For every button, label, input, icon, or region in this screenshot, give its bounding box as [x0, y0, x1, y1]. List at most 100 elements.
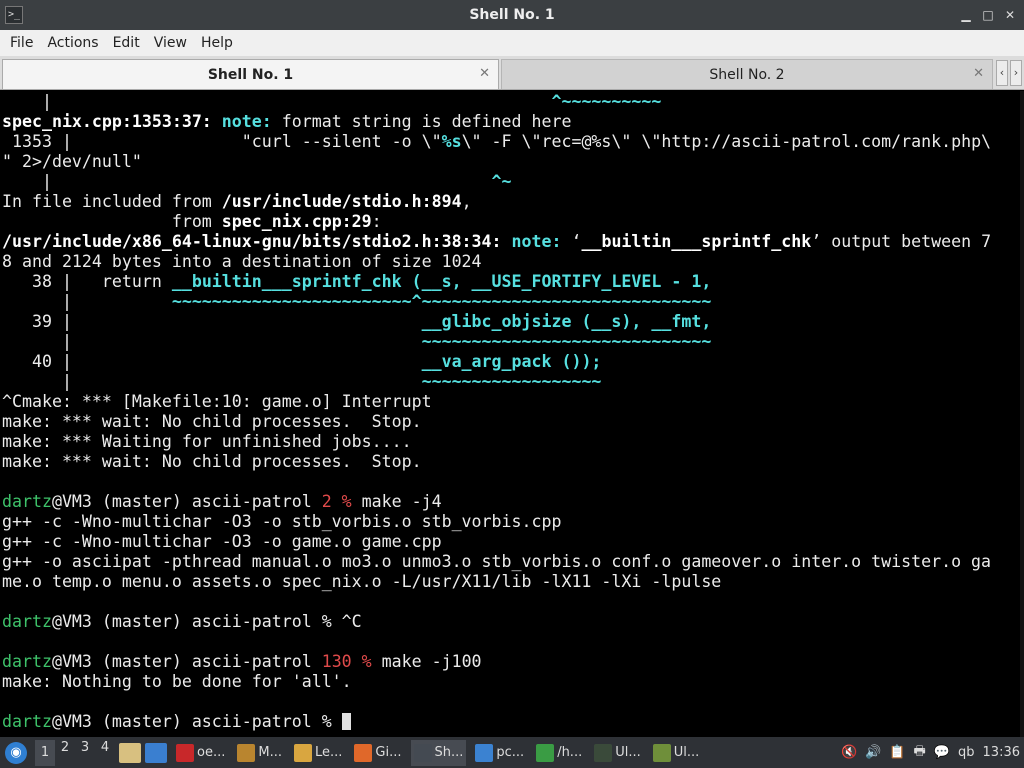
tab-label: Shell No. 1: [207, 66, 294, 83]
taskbar-task-label: pc...: [496, 745, 525, 760]
terminal-text-span: " 2>/dev/null": [2, 152, 142, 171]
taskbar-task[interactable]: /h...: [533, 740, 585, 766]
taskbar-task-label: M...: [258, 745, 282, 760]
taskbar-task[interactable]: Gi...: [351, 740, 404, 766]
menu-file[interactable]: File: [4, 35, 39, 51]
taskbar-task[interactable]: oe...: [173, 740, 228, 766]
minimize-icon[interactable]: ▁: [958, 7, 974, 23]
terminal-text-span: %s: [441, 132, 462, 151]
package-icon: [237, 743, 256, 762]
taskbar-task-label: Sh...: [434, 745, 464, 760]
terminal-line: make: *** wait: No child processes. Stop…: [2, 452, 991, 472]
volume-icon[interactable]: 🔊: [865, 745, 881, 760]
terminal-text-span: 2 %: [321, 492, 352, 511]
terminal-text-span: /usr/include/x86_64-linux-gnu/bits/stdio…: [2, 232, 512, 251]
start-menu-icon[interactable]: ◉: [5, 741, 27, 764]
terminal-text-span: note:: [221, 112, 282, 131]
terminal-text-span: 1353 | "curl --silent -o \": [2, 132, 442, 151]
terminal-line: from spec_nix.cpp:29:: [2, 212, 991, 232]
workspace-3[interactable]: 3: [75, 740, 95, 766]
menu-edit[interactable]: Edit: [107, 35, 146, 51]
terminal-app-icon[interactable]: >_: [5, 6, 23, 24]
tab-shell-2[interactable]: Shell No. 2 ✕: [501, 59, 993, 89]
menu-actions[interactable]: Actions: [41, 35, 104, 51]
terminal-line: me.o temp.o menu.o assets.o spec_nix.o -…: [2, 572, 991, 592]
taskbar-task[interactable]: M...: [234, 740, 285, 766]
chat-icon[interactable]: 💬: [934, 745, 950, 760]
terminal-text-span: @VM3 (master) ascii-patrol % ^C: [51, 612, 362, 631]
taskbar-task[interactable]: Sh...: [410, 739, 467, 766]
tab-close-icon[interactable]: ✕: [973, 66, 984, 81]
terminal-line: | ~~~~~~~~~~~~~~~~~~: [2, 372, 991, 392]
menu-view[interactable]: View: [148, 35, 193, 51]
tab-scroll-right-icon[interactable]: ›: [1010, 60, 1022, 86]
tab-scroll-buttons: ‹ ›: [996, 60, 1022, 86]
terminal-text-span: g++ -c -Wno-multichar -O3 -o stb_vorbis.…: [2, 512, 562, 531]
terminal-line: g++ -c -Wno-multichar -O3 -o game.o game…: [2, 532, 991, 552]
terminal-line: spec_nix.cpp:1353:37: note: format strin…: [2, 112, 991, 132]
terminal-output[interactable]: | ^~~~~~~~~~~ spec_nix.cpp:1353:37: note:…: [0, 91, 1024, 737]
taskbar-task-label: Ul...: [673, 745, 700, 760]
terminal-text-span: |: [2, 92, 52, 111]
terminal-text-span: note:: [511, 232, 572, 251]
terminal-text-span: make: *** wait: No child processes. Stop…: [2, 452, 422, 471]
terminal-line: ^Cmake: *** [Makefile:10: game.o] Interr…: [2, 392, 991, 412]
workspace-4[interactable]: 4: [95, 740, 115, 766]
show-desktop-icon[interactable]: [145, 742, 167, 763]
terminal-text-span: [52, 92, 312, 111]
terminal-line: /usr/include/x86_64-linux-gnu/bits/stdio…: [2, 232, 991, 252]
workspace-1[interactable]: 1: [35, 739, 55, 766]
terminal-text-span: make -j100: [371, 652, 482, 671]
taskbar-task[interactable]: Le...: [291, 740, 345, 766]
menu-help[interactable]: Help: [195, 35, 239, 51]
clipboard-icon[interactable]: 📋: [889, 745, 905, 760]
close-icon[interactable]: ✕: [1002, 7, 1018, 23]
terminal-text-span: make: *** Waiting for unfinished jobs...…: [2, 432, 412, 451]
printer-icon[interactable]: 🖶: [914, 742, 926, 764]
filezilla-icon: [176, 743, 194, 762]
terminal-line: 38 | return __builtin___sprintf_chk (__s…: [2, 272, 991, 292]
terminal-text-span: ~~~~~~~~~~~~~~~~~~~~~~~~^~~~~~~~~~~~~~~~…: [71, 292, 712, 311]
terminal-text-span: __glibc_objsize (__s), __fmt,: [421, 312, 712, 331]
terminal-text-span: /usr/include/stdio.h:894: [221, 192, 462, 211]
terminal-line: " 2>/dev/null": [2, 152, 991, 172]
terminal-text-span: g++ -o asciipat -pthread manual.o mo3.o …: [2, 552, 992, 571]
workspace-2[interactable]: 2: [55, 740, 75, 766]
tab-shell-1[interactable]: Shell No. 1 ✕: [2, 59, 499, 89]
notes-icon[interactable]: [119, 742, 141, 763]
terminal-text-span: ‘: [571, 232, 582, 251]
terminal-text-span: spec_nix.cpp:29: [221, 212, 372, 231]
workspace-switcher: 1 2 3 4: [35, 739, 115, 766]
terminal-line: 1353 | "curl --silent -o \"%s\" -F \"rec…: [2, 132, 991, 152]
terminal-text-span: ^~~~~~~~~~~: [311, 92, 662, 111]
terminal-line: 8 and 2124 bytes into a destination of s…: [2, 252, 991, 272]
terminal-text-span: @VM3 (master) ascii-patrol %: [51, 712, 342, 731]
terminal-text-span: g++ -c -Wno-multichar -O3 -o game.o game…: [2, 532, 442, 551]
terminal-text-span: |: [2, 292, 72, 311]
terminal-text-span: |: [2, 372, 72, 391]
terminal-scrollbar[interactable]: [1020, 91, 1024, 737]
taskbar-task[interactable]: Ul...: [650, 740, 703, 766]
terminal-text-span: ,: [461, 192, 472, 211]
terminal-text-span: ^Cmake: *** [Makefile:10: game.o] Interr…: [2, 392, 432, 411]
terminal-text-span: __builtin___sprintf_chk: [581, 232, 812, 251]
terminal-line: | ~~~~~~~~~~~~~~~~~~~~~~~~^~~~~~~~~~~~~~…: [2, 292, 991, 312]
document-icon: [293, 743, 312, 762]
taskbar-task[interactable]: pc...: [472, 740, 527, 766]
maximize-icon[interactable]: □: [980, 7, 996, 23]
terminal-line: g++ -o asciipat -pthread manual.o mo3.o …: [2, 552, 991, 572]
tab-bar: Shell No. 1 ✕ Shell No. 2 ✕ ‹ ›: [0, 56, 1024, 90]
taskbar-task[interactable]: Ul...: [591, 740, 644, 766]
minecraft-icon: [652, 743, 671, 762]
tab-close-icon[interactable]: ✕: [479, 66, 490, 81]
terminal-text-span: In file included from: [2, 192, 222, 211]
terminal-text-span: 38 | return: [2, 272, 172, 291]
tab-scroll-left-icon[interactable]: ‹: [996, 60, 1008, 86]
mute-icon[interactable]: 🔇: [841, 745, 857, 760]
text-cursor: [341, 713, 351, 730]
terminal-text-span: |: [2, 332, 72, 351]
terminal-text-span: me.o temp.o menu.o assets.o spec_nix.o -…: [2, 572, 722, 591]
clock[interactable]: 13:36: [983, 745, 1020, 760]
qbittorrent-icon[interactable]: qb: [958, 745, 975, 760]
